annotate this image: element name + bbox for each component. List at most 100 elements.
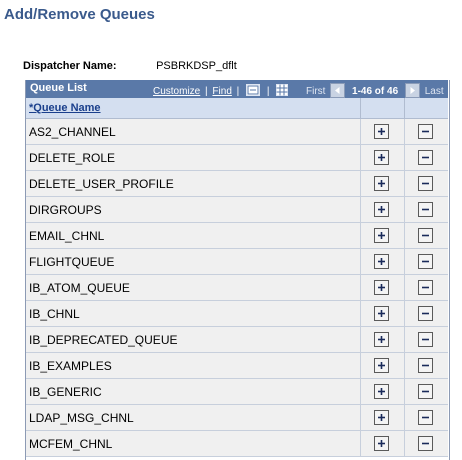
minus-icon[interactable] [418, 280, 433, 295]
plus-icon[interactable] [374, 384, 389, 399]
column-divider [404, 145, 405, 170]
table-row: MCFEM_CHNL [26, 431, 448, 457]
column-divider [360, 405, 361, 430]
minus-icon[interactable] [418, 306, 433, 321]
page-title: Add/Remove Queues [4, 6, 155, 23]
queue-name-cell: DELETE_ROLE [29, 151, 116, 165]
queue-name-cell: DIRGROUPS [29, 203, 102, 217]
column-divider [404, 327, 405, 352]
minus-icon[interactable] [418, 332, 433, 347]
plus-icon[interactable] [374, 176, 389, 191]
column-divider [360, 301, 361, 326]
grid-links: Customize | Find | | [153, 84, 290, 99]
link-separator: | [266, 86, 270, 98]
queue-name-cell: DELETE_USER_PROFILE [29, 177, 174, 191]
column-divider [360, 353, 361, 378]
plus-icon[interactable] [374, 202, 389, 217]
column-divider [404, 171, 405, 196]
plus-icon[interactable] [374, 332, 389, 347]
queue-name-cell: IB_EXAMPLES [29, 359, 112, 373]
link-separator: | [205, 86, 208, 98]
queue-name-cell: IB_CHNL [29, 307, 80, 321]
queue-name-column-header[interactable]: *Queue Name [29, 102, 101, 114]
queue-list-rows: AS2_CHANNEL DELETE_ROLE DELETE_USER_PROFIL… [26, 119, 448, 457]
view-all-icon[interactable] [246, 84, 261, 99]
minus-icon[interactable] [418, 410, 433, 425]
table-row: EMAIL_CHNL [26, 223, 448, 249]
grid-download-icon[interactable] [276, 84, 289, 99]
plus-icon[interactable] [374, 306, 389, 321]
plus-icon[interactable] [374, 280, 389, 295]
page-range: 1-46 of 46 [352, 86, 399, 98]
table-row: DIRGROUPS [26, 197, 448, 223]
table-row: LDAP_MSG_CHNL [26, 405, 448, 431]
minus-icon[interactable] [418, 228, 433, 243]
minus-icon[interactable] [418, 436, 433, 451]
link-separator: | [236, 86, 240, 98]
column-divider [404, 223, 405, 248]
queue-name-cell: AS2_CHANNEL [29, 125, 116, 139]
table-row: AS2_CHANNEL [26, 119, 448, 145]
column-divider [360, 249, 361, 274]
minus-icon[interactable] [418, 358, 433, 373]
column-divider [404, 379, 405, 404]
queue-name-cell: LDAP_MSG_CHNL [29, 411, 134, 425]
minus-icon[interactable] [418, 150, 433, 165]
column-divider [404, 301, 405, 326]
minus-icon[interactable] [418, 254, 433, 269]
queue-name-cell: IB_DEPRECATED_QUEUE [29, 333, 178, 347]
column-divider [404, 119, 405, 144]
table-row: FLIGHTQUEUE [26, 249, 448, 275]
next-arrow-icon[interactable] [404, 83, 420, 98]
plus-icon[interactable] [374, 358, 389, 373]
table-row: IB_ATOM_QUEUE [26, 275, 448, 301]
plus-icon[interactable] [374, 254, 389, 269]
last-label[interactable]: Last [425, 86, 444, 97]
dispatcher-label: Dispatcher Name: [23, 60, 117, 72]
queue-name-cell: FLIGHTQUEUE [29, 255, 115, 269]
table-row: DELETE_ROLE [26, 145, 448, 171]
column-divider [404, 197, 405, 222]
grid-navigation: First 1-46 of 46 Last [306, 83, 444, 99]
column-divider [360, 275, 361, 300]
column-divider [360, 431, 361, 456]
find-link[interactable]: Find [212, 86, 231, 97]
column-header-row: *Queue Name [26, 98, 448, 119]
minus-icon[interactable] [418, 384, 433, 399]
column-divider [404, 275, 405, 300]
column-divider [360, 171, 361, 196]
plus-icon[interactable] [374, 150, 389, 165]
column-divider [360, 119, 361, 144]
grid-title: Queue List [30, 82, 87, 94]
customize-link[interactable]: Customize [153, 86, 200, 97]
plus-icon[interactable] [374, 436, 389, 451]
dispatcher-field: Dispatcher Name: PSBRKDSP_dflt [23, 60, 237, 72]
column-divider [404, 431, 405, 456]
queue-name-cell: IB_ATOM_QUEUE [29, 281, 130, 295]
first-label[interactable]: First [306, 86, 325, 97]
table-row: DELETE_USER_PROFILE [26, 171, 448, 197]
column-divider [404, 405, 405, 430]
plus-icon[interactable] [374, 228, 389, 243]
minus-icon[interactable] [418, 202, 433, 217]
column-divider [360, 98, 361, 118]
grid-header-bar: Queue List Customize | Find | | First 1-… [26, 80, 448, 98]
column-divider [360, 223, 361, 248]
plus-icon[interactable] [374, 410, 389, 425]
queue-name-cell: IB_GENERIC [29, 385, 102, 399]
table-row: IB_CHNL [26, 301, 448, 327]
minus-icon[interactable] [418, 124, 433, 139]
column-divider [404, 98, 405, 118]
table-row: IB_GENERIC [26, 379, 448, 405]
column-divider [360, 145, 361, 170]
queue-name-cell: EMAIL_CHNL [29, 229, 105, 243]
prev-arrow-icon[interactable] [330, 83, 346, 98]
column-divider [404, 249, 405, 274]
column-divider [360, 327, 361, 352]
queue-name-cell: MCFEM_CHNL [29, 437, 113, 451]
minus-icon[interactable] [418, 176, 433, 191]
plus-icon[interactable] [374, 124, 389, 139]
column-divider [404, 353, 405, 378]
table-row: IB_EXAMPLES [26, 353, 448, 379]
column-divider [360, 379, 361, 404]
